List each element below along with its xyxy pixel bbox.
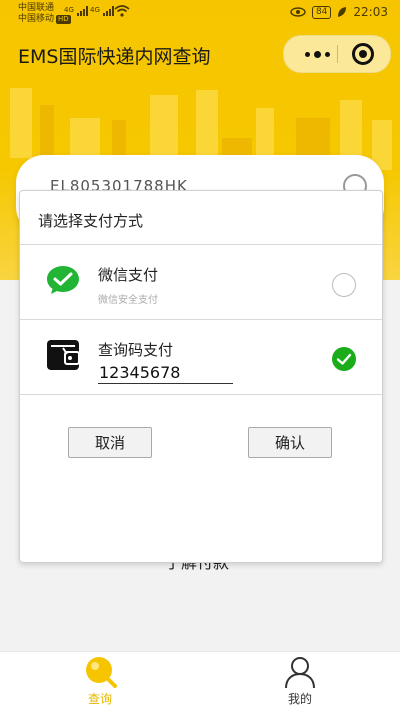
carrier-1: 中国联通 <box>18 3 54 14</box>
net-1-label: 4G <box>64 6 74 14</box>
tab-mine[interactable]: 我的 <box>200 652 400 712</box>
capsule-divider <box>337 45 338 63</box>
radio-query-code[interactable] <box>332 347 356 371</box>
status-bar: 中国联通 中国移动 HD 4G 4G 84 22:03 <box>0 0 400 28</box>
more-options-button[interactable] <box>299 42 335 66</box>
query-icon <box>86 657 117 688</box>
page-title: EMS国际快递内网查询 <box>18 46 211 68</box>
carrier-2: 中国移动 HD <box>18 14 71 25</box>
divider <box>20 394 382 395</box>
decor-building <box>10 88 32 158</box>
payment-option-title: 微信支付 <box>98 266 159 284</box>
dot-icon <box>304 51 310 57</box>
payment-option-wechat[interactable]: 微信支付 微信安全支付 <box>20 245 382 319</box>
net-2-label: 4G <box>90 6 100 14</box>
query-code-input[interactable] <box>98 361 233 384</box>
wallet-icon <box>47 340 80 370</box>
tab-query[interactable]: 查询 <box>0 652 200 712</box>
eye-icon <box>290 7 306 17</box>
status-right: 84 22:03 <box>290 5 388 19</box>
tab-label: 我的 <box>287 692 312 706</box>
tab-label: 查询 <box>87 692 112 706</box>
dot-icon <box>313 50 321 58</box>
confirm-button[interactable]: 确认 <box>248 427 332 458</box>
checkmark-icon <box>336 353 352 365</box>
carrier-2-label: 中国移动 <box>18 14 55 24</box>
payment-method-dialog: 请选择支付方式 微信支付 微信安全支付 查询码支付 取消 确认 <box>19 190 383 563</box>
cancel-button[interactable]: 取消 <box>68 427 152 458</box>
signal-1: 4G <box>64 6 91 19</box>
battery-indicator: 84 <box>311 5 332 19</box>
carrier-1-label: 中国联通 <box>18 3 55 13</box>
wifi-icon <box>114 5 130 17</box>
signal-bars-icon <box>76 6 88 16</box>
payment-option-subtitle: 微信安全支付 <box>98 295 158 306</box>
tab-bar: 查询 我的 <box>0 651 400 712</box>
radio-wechat[interactable] <box>332 273 356 297</box>
payment-option-title: 查询码支付 <box>98 341 174 359</box>
mini-program-capsule <box>283 35 391 73</box>
leaf-icon <box>338 7 347 17</box>
clock: 22:03 <box>353 5 388 19</box>
target-dot-icon <box>359 50 367 58</box>
dialog-title: 请选择支付方式 <box>38 212 144 230</box>
user-icon <box>285 657 315 689</box>
signal-2: 4G <box>90 6 117 19</box>
wechat-pay-icon <box>47 266 79 294</box>
close-mini-program-button[interactable] <box>352 43 374 65</box>
dot-icon <box>324 51 330 57</box>
